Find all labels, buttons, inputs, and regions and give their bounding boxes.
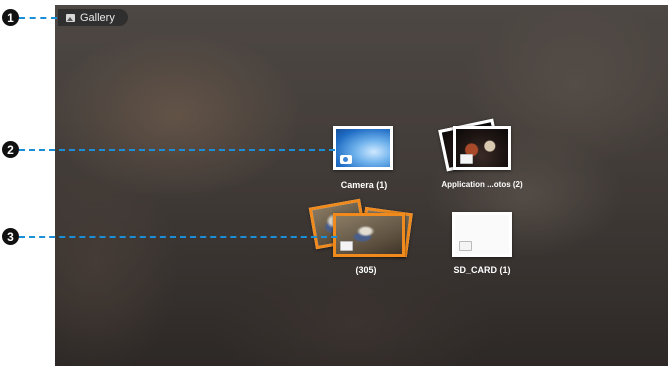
gallery-icon xyxy=(66,13,75,22)
album-application-photos-caption: Application ...otos (2) xyxy=(441,180,523,189)
album-application-photos-thumb[interactable] xyxy=(453,126,511,170)
callout-2-leader xyxy=(19,149,335,151)
callout-1-leader xyxy=(19,17,57,19)
callout-1: 1 xyxy=(2,9,19,26)
album-camera-caption: Camera (1) xyxy=(340,180,388,190)
folder-icon xyxy=(460,154,473,164)
gallery-title-bar[interactable]: Gallery xyxy=(58,9,128,26)
callout-3-leader xyxy=(19,236,337,238)
folder-icon xyxy=(459,241,472,251)
folder-icon xyxy=(340,241,353,251)
album-305-thumb[interactable] xyxy=(333,213,405,257)
album-305-caption: (305) xyxy=(355,265,377,275)
callout-2: 2 xyxy=(2,141,19,158)
album-sd-card-caption: SD_CARD (1) xyxy=(453,265,511,275)
callout-3: 3 xyxy=(2,228,19,245)
album-camera-thumb[interactable] xyxy=(333,126,393,170)
camera-icon xyxy=(340,155,352,164)
gallery-title: Gallery xyxy=(80,11,115,24)
album-sd-card-thumb[interactable] xyxy=(452,212,512,257)
